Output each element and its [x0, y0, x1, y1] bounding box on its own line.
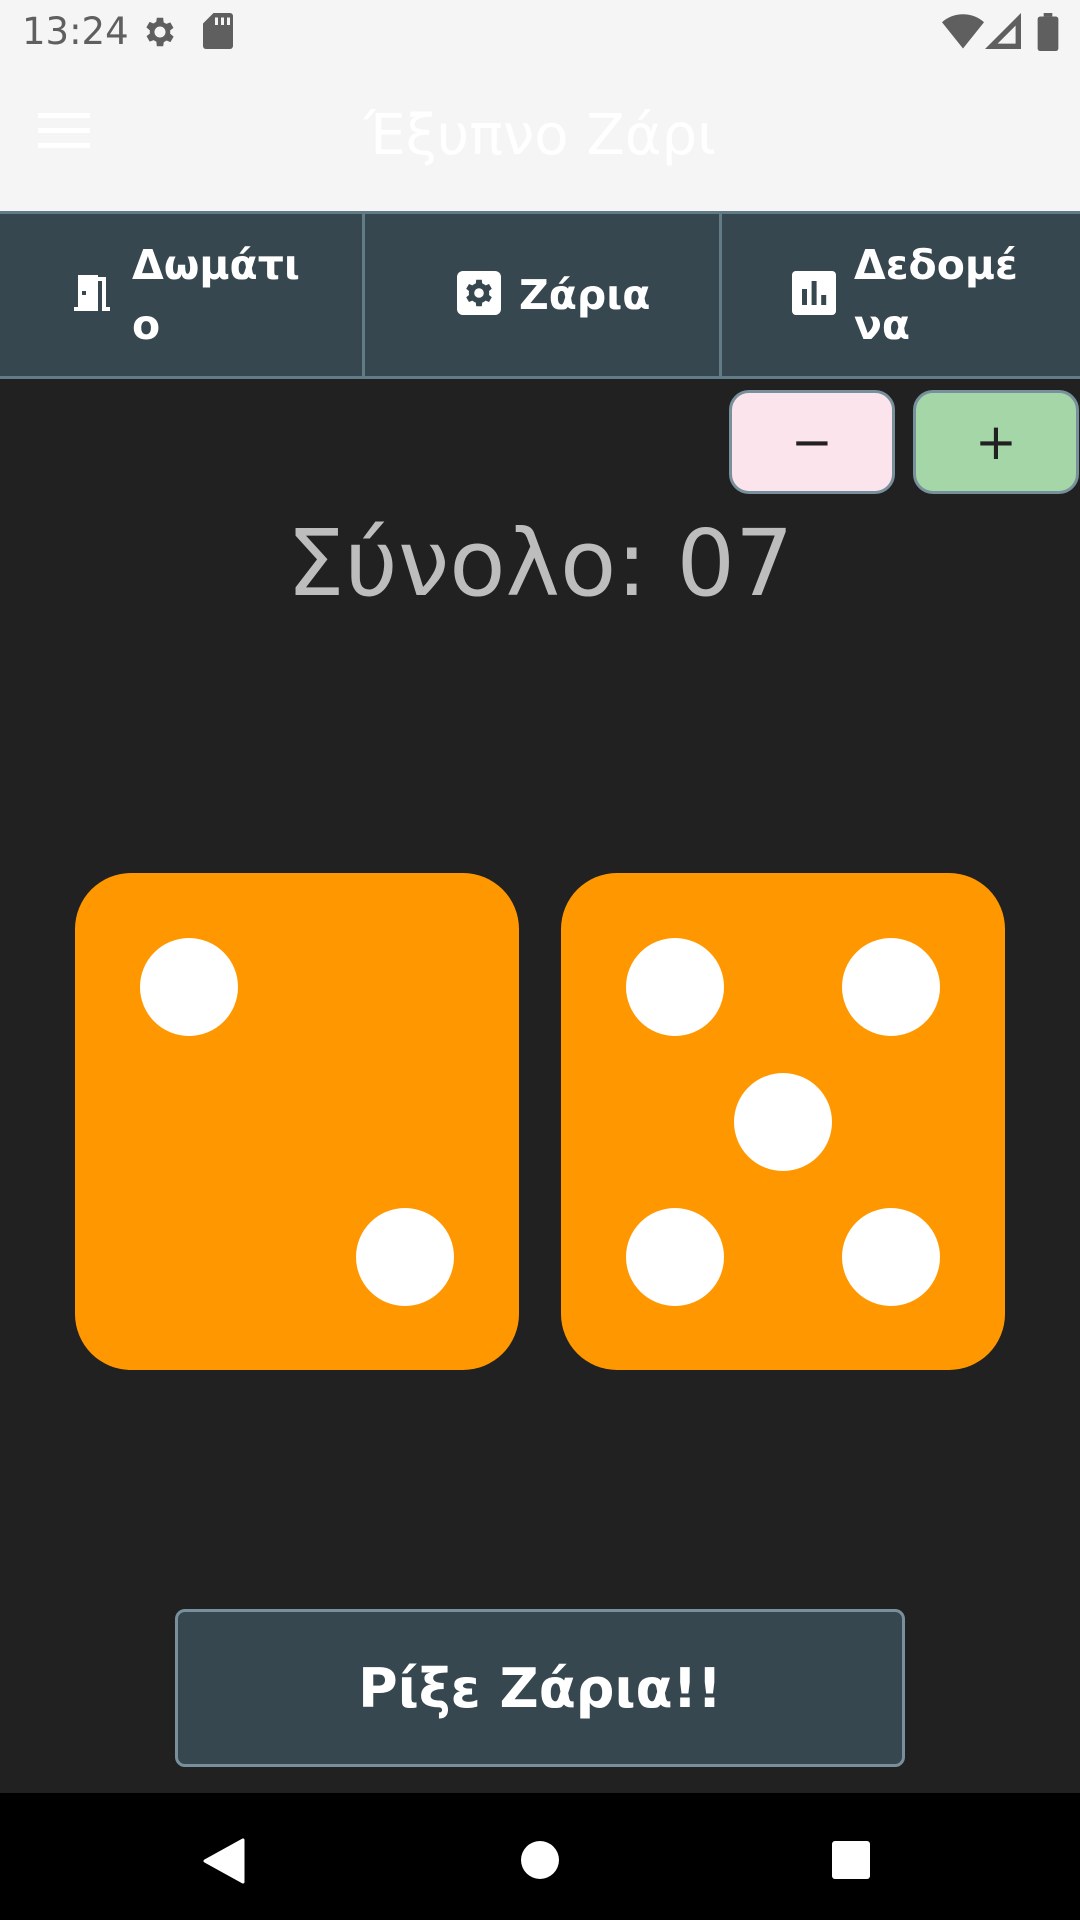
- home-icon[interactable]: [520, 1840, 560, 1885]
- die-pip: [626, 1208, 724, 1306]
- navigation-bar: [0, 1793, 1080, 1920]
- tab-bar: Δωμάτι ο Ζάρια Δεδομέ να: [0, 211, 1080, 379]
- die-pip: [842, 938, 940, 1036]
- decrease-button[interactable]: −: [729, 390, 895, 494]
- door-icon: [68, 269, 116, 322]
- tab-room[interactable]: Δωμάτι ο: [0, 214, 362, 376]
- wifi-icon: [942, 13, 984, 54]
- tab-dice[interactable]: Ζάρια: [362, 214, 719, 376]
- die-pip: [842, 1208, 940, 1306]
- bar-chart-icon: [790, 269, 838, 322]
- status-time: 13:24: [22, 10, 129, 53]
- die-pip: [356, 1208, 454, 1306]
- die-1[interactable]: [75, 873, 519, 1370]
- die-pip: [626, 938, 724, 1036]
- die-pip: [734, 1073, 832, 1171]
- dice-settings-icon: [455, 269, 503, 322]
- increase-button[interactable]: +: [913, 390, 1079, 494]
- signal-icon: [985, 13, 1021, 54]
- app-title: Έξυπνο Ζάρι: [363, 103, 717, 168]
- sd-card-icon: [203, 13, 233, 54]
- tab-room-label: Δωμάτι ο: [132, 241, 300, 349]
- tab-data[interactable]: Δεδομέ να: [719, 214, 1080, 376]
- tab-dice-label: Ζάρια: [519, 271, 651, 319]
- back-icon[interactable]: [203, 1838, 245, 1889]
- tab-data-label: Δεδομέ να: [854, 241, 1018, 349]
- status-bar: 13:24: [0, 0, 1080, 63]
- die-2[interactable]: [561, 873, 1005, 1370]
- roll-dice-button[interactable]: Ρίξε Ζάρια!!: [175, 1609, 905, 1767]
- die-pip: [140, 938, 238, 1036]
- app-bar: Έξυπνο Ζάρι: [0, 63, 1080, 211]
- app-screen: 13:24 Έξυπνο Ζάρι Δωμάτι ο Ζάρια Δεδομέ …: [0, 0, 1080, 1920]
- recents-icon[interactable]: [831, 1840, 871, 1885]
- settings-icon: [141, 13, 179, 56]
- total-label: Σύνολο: 07: [286, 510, 794, 617]
- battery-icon: [1037, 13, 1059, 56]
